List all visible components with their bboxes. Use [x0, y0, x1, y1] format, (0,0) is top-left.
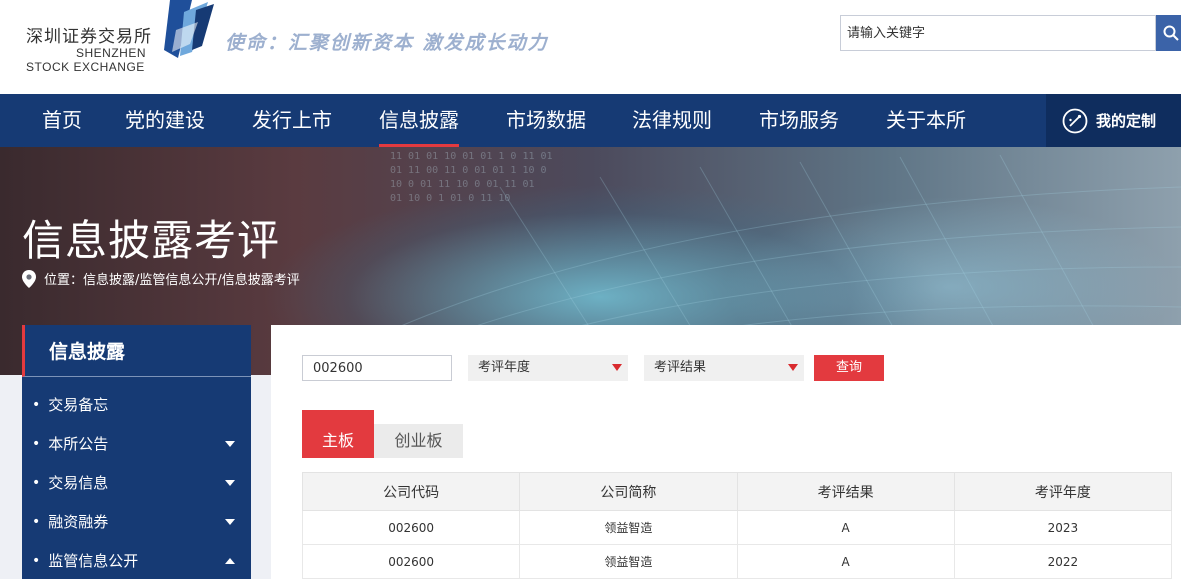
sidebar-item-label: 交易信息 — [48, 474, 109, 492]
sidebar-title: 信息披露 — [22, 325, 251, 377]
review-year-select-label: 考评年度 — [478, 360, 531, 375]
sidebar-item-announcements[interactable]: • 本所公告 — [22, 424, 251, 463]
nav-item-disclosure[interactable]: 信息披露 — [379, 94, 459, 147]
cell-company-code: 002600 — [301, 544, 521, 579]
cell-company-name: 领益智造 — [519, 544, 738, 579]
nav-item-listing[interactable]: 发行上市 — [252, 94, 332, 147]
sidebar-item-label: 交易备忘 — [48, 396, 109, 414]
cell-review-result: A — [736, 544, 955, 579]
caret-down-icon — [225, 518, 235, 525]
nav-item-market-data[interactable]: 市场数据 — [506, 94, 586, 147]
column-header-company-name: 公司简称 — [519, 472, 738, 511]
site-header: 深圳证券交易所 SHENZHEN STOCK EXCHANGE 使命：汇聚创新资… — [0, 0, 1181, 94]
nav-item-about[interactable]: 关于本所 — [886, 94, 966, 147]
svg-text:10 0 01 11 10 0 01 11 01: 10 0 01 11 10 0 01 11 01 — [390, 179, 535, 190]
column-header-review-result: 考评结果 — [736, 472, 955, 511]
main-nav: 首页 党的建设 发行上市 信息披露 市场数据 法律规则 市场服务 关于本所 我的… — [0, 94, 1181, 147]
column-header-company-code: 公司代码 — [301, 472, 521, 511]
dropdown-caret-icon — [612, 364, 622, 371]
sidebar-item-trading-info[interactable]: • 交易信息 — [22, 463, 251, 502]
sidebar-item-regulatory-disclosure[interactable]: • 监管信息公开 — [22, 541, 251, 579]
table-header-row: 公司代码 公司简称 考评结果 考评年度 — [301, 472, 1173, 511]
szse-logo[interactable]: 深圳证券交易所 SHENZHEN STOCK EXCHANGE — [26, 0, 216, 80]
bullet-icon: • — [32, 513, 41, 530]
search-icon — [1163, 25, 1179, 41]
table-row: 002600 领益智造 A 2023 — [301, 510, 1173, 545]
cell-review-result: A — [736, 510, 955, 545]
customize-icon — [1062, 108, 1088, 133]
slogan-text: 使命：汇聚创新资本 激发成长动力 — [225, 32, 549, 54]
my-customization-button[interactable]: 我的定制 — [1046, 94, 1181, 147]
bullet-icon: • — [32, 552, 41, 569]
review-year-select[interactable]: 考评年度 — [468, 355, 628, 381]
query-button[interactable]: 查询 — [814, 355, 884, 381]
caret-down-icon — [225, 479, 235, 486]
svg-text:01 10 0 1 01 0 11 10: 01 10 0 1 01 0 11 10 — [390, 193, 510, 204]
bullet-icon: • — [32, 474, 41, 491]
nav-item-market-services[interactable]: 市场服务 — [759, 94, 839, 147]
sidebar-item-label: 监管信息公开 — [48, 552, 139, 570]
nav-item-rules[interactable]: 法律规则 — [632, 94, 712, 147]
breadcrumb-text[interactable]: 位置：信息披露/监管信息公开/信息披露考评 — [44, 269, 300, 288]
svg-text:11 01 01 10 01 01 1 0 11 01: 11 01 01 10 01 01 1 0 11 01 — [390, 151, 553, 162]
cell-review-year: 2023 — [953, 510, 1173, 545]
search-box — [840, 15, 1156, 51]
cell-company-name: 领益智造 — [519, 510, 738, 545]
svg-text:01 11 00 11 0 01 01 1 10 0: 01 11 00 11 0 01 01 1 10 0 — [390, 165, 547, 176]
review-result-select[interactable]: 考评结果 — [644, 355, 804, 381]
location-pin-icon — [22, 269, 36, 288]
caret-down-icon — [225, 440, 235, 447]
review-results-table: 公司代码 公司简称 考评结果 考评年度 002600 领益智造 A 2023 0… — [301, 472, 1173, 579]
logo-english-line2: STOCK EXCHANGE — [26, 60, 145, 74]
tab-main-board[interactable]: 主板 — [302, 410, 374, 458]
my-customization-label: 我的定制 — [1096, 112, 1157, 130]
search-button[interactable] — [1156, 15, 1181, 51]
bullet-icon: • — [32, 396, 41, 413]
sidebar-item-margin-trading[interactable]: • 融资融券 — [22, 502, 251, 541]
tab-chinext[interactable]: 创业板 — [374, 424, 463, 458]
logo-english-line1: SHENZHEN — [76, 46, 147, 60]
dropdown-caret-icon — [788, 364, 798, 371]
search-input[interactable] — [841, 16, 1155, 50]
sidebar: 信息披露 • 交易备忘 • 本所公告 • 交易信息 • 融资融券 • 监管信息公… — [22, 325, 251, 579]
sidebar-item-trading-memo[interactable]: • 交易备忘 — [22, 385, 251, 424]
sidebar-item-label: 本所公告 — [48, 435, 109, 453]
bullet-icon: • — [32, 435, 41, 452]
breadcrumb: 位置：信息披露/监管信息公开/信息披露考评 — [22, 269, 300, 288]
cell-company-code: 002600 — [301, 510, 521, 545]
logo-chinese-name: 深圳证券交易所 — [26, 27, 152, 47]
nav-item-party-building[interactable]: 党的建设 — [125, 94, 205, 147]
column-header-review-year: 考评年度 — [953, 472, 1173, 511]
company-code-input[interactable] — [302, 355, 452, 381]
main-content: 考评年度 考评结果 查询 主板 创业板 公司代码 公司简称 考评结果 考评年度 … — [271, 325, 1181, 579]
logo-mark-icon — [164, 0, 214, 58]
review-result-select-label: 考评结果 — [654, 360, 707, 375]
cell-review-year: 2022 — [953, 544, 1173, 579]
nav-item-home[interactable]: 首页 — [42, 94, 82, 147]
sidebar-item-label: 融资融券 — [48, 513, 109, 531]
caret-up-icon — [225, 557, 235, 564]
table-row: 002600 领益智造 A 2022 — [301, 544, 1173, 579]
page-title: 信息披露考评 — [22, 216, 281, 265]
